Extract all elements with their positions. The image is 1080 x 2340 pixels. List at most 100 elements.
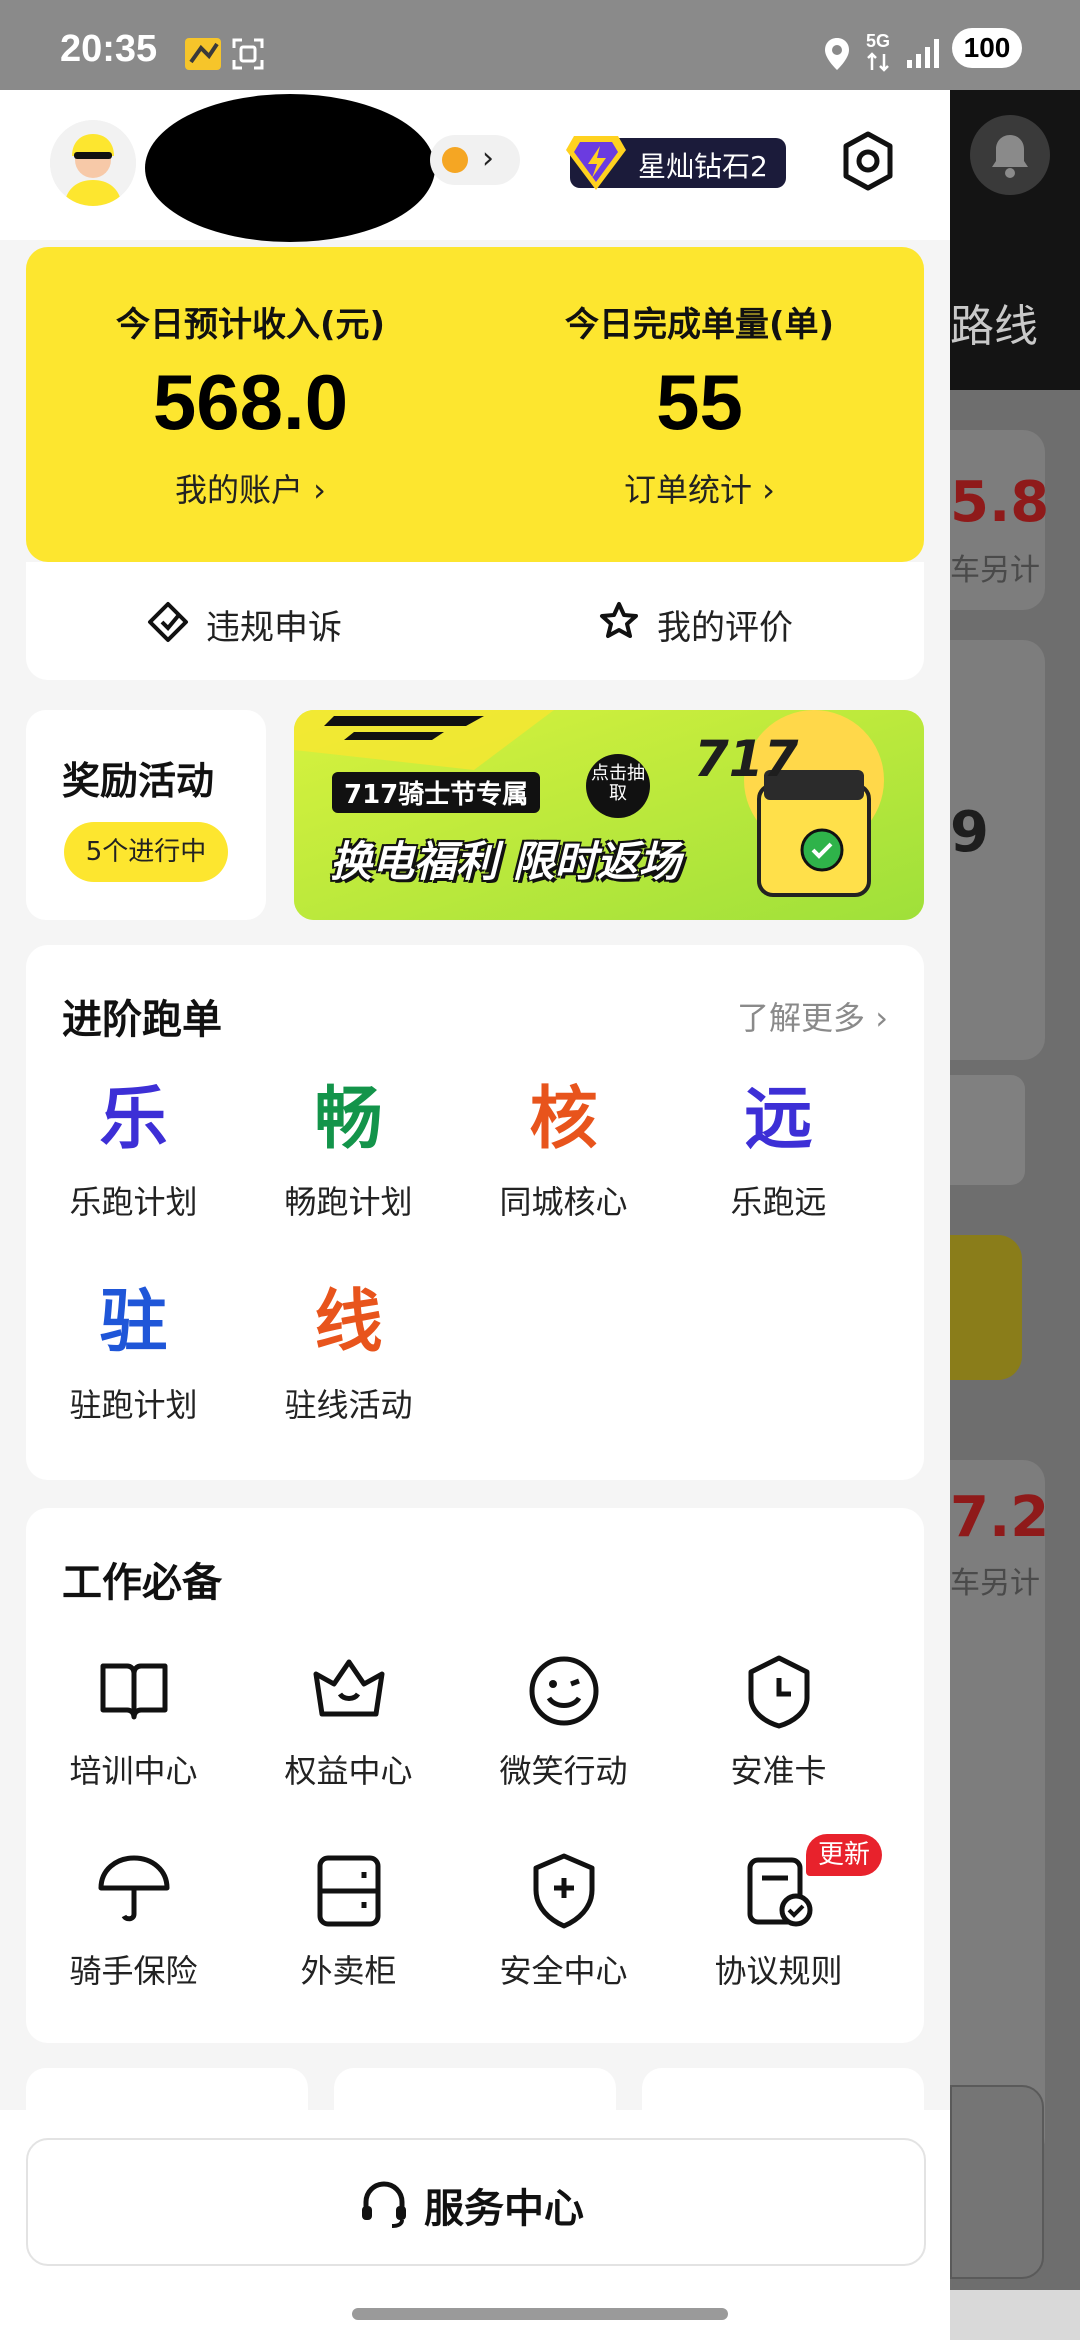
advanced-running-section: 进阶跑单 了解更多 › 乐 乐跑计划 畅 畅跑计划 核 同城核心 远 乐跑远 驻… <box>26 945 924 1480</box>
advanced-glyph: 驻 <box>99 1283 168 1362</box>
orders-label: 今日完成单量(单) <box>564 305 835 345</box>
essential-item[interactable]: 安全中心 <box>456 1848 671 1992</box>
background-yellow-button <box>950 1235 1022 1380</box>
essential-item[interactable]: 协议规则 更新 <box>671 1834 886 1992</box>
background-value-2: 9 <box>950 800 989 865</box>
background-app: 路线 5.8 车另计 9 7.2 车另计 <box>950 0 1080 2340</box>
advanced-glyph: 乐 <box>99 1080 168 1159</box>
advanced-item[interactable]: 远 乐跑远 <box>671 1075 886 1223</box>
screenshot-icon <box>230 36 266 76</box>
banner-tag: 717骑士节专属 <box>332 772 541 813</box>
essential-label: 培训中心 <box>69 1752 198 1790</box>
home-indicator[interactable] <box>352 2308 728 2320</box>
headset-icon <box>358 2178 410 2234</box>
appeal-label: 违规申诉 <box>206 608 342 648</box>
income-value: 568.0 <box>152 358 349 446</box>
shield-plus-icon <box>533 1853 594 1929</box>
essentials-title: 工作必备 <box>62 1560 222 1606</box>
diamond-bolt-icon <box>564 130 628 198</box>
banner-cta[interactable]: 点击抽取 <box>586 754 650 818</box>
essential-item[interactable]: 安准卡 <box>671 1648 886 1792</box>
app-notification-icon <box>183 34 225 78</box>
earnings-card: 今日预计收入(元) 568.0 我的账户 › 今日完成单量(单) 55 订单统计… <box>26 247 924 562</box>
advanced-label: 驻跑计划 <box>69 1386 198 1424</box>
orders-block: 今日完成单量(单) 55 订单统计 › <box>475 247 924 562</box>
advanced-glyph: 线 <box>314 1283 383 1362</box>
appeal-button[interactable]: 违规申诉 <box>26 562 475 680</box>
essential-item[interactable]: 骑手保险 <box>26 1848 241 1992</box>
background-value-1: 5.8 <box>950 470 1050 535</box>
learn-more-link[interactable]: 了解更多 › <box>737 993 888 1039</box>
avatar[interactable] <box>50 120 136 206</box>
locker-icon <box>317 1855 380 1927</box>
advanced-label: 驻线活动 <box>284 1386 413 1424</box>
service-center-label: 服务中心 <box>424 2186 584 2232</box>
essential-label: 权益中心 <box>284 1752 413 1790</box>
smile-icon <box>529 1656 598 1726</box>
essential-item[interactable]: 外卖柜 <box>241 1848 456 1992</box>
update-badge: 更新 <box>806 1834 882 1876</box>
settings-icon[interactable] <box>835 128 901 194</box>
signal-icon <box>905 36 943 74</box>
quick-actions: 违规申诉 我的评价 <box>26 562 924 680</box>
rating-label: 我的评价 <box>657 608 793 648</box>
advanced-item[interactable]: 核 同城核心 <box>456 1075 671 1223</box>
drawer-panel: › 星灿钻石2 今日预计收入(元) 568.0 我的账户 › 今日完成单量(单)… <box>0 0 950 2340</box>
background-route-text: 路线 <box>950 301 1038 352</box>
essential-label: 协议规则 <box>714 1952 843 1990</box>
chevron-right-icon: › <box>482 141 494 176</box>
service-center-button[interactable]: 服务中心 <box>26 2138 926 2266</box>
advanced-item[interactable]: 畅 畅跑计划 <box>241 1075 456 1223</box>
essential-item[interactable]: 微笑行动 <box>456 1648 671 1792</box>
advanced-label: 同城核心 <box>499 1183 628 1221</box>
background-bottom-card <box>950 2085 1044 2279</box>
appeal-icon <box>146 600 190 648</box>
level-badge[interactable]: › <box>430 135 520 185</box>
reward-title: 奖励活动 <box>62 759 215 803</box>
banner-big-717: 717 <box>694 730 799 788</box>
vip-badge[interactable]: 星灿钻石2 <box>566 136 786 190</box>
orders-value: 55 <box>656 358 743 446</box>
advanced-label: 乐跑计划 <box>69 1183 198 1221</box>
essential-label: 微笑行动 <box>499 1752 628 1790</box>
essential-label: 安全中心 <box>499 1952 628 1990</box>
background-caption-2: 车另计 <box>950 1566 1040 1601</box>
status-bar: 20:35 5G 100 <box>0 0 1080 90</box>
umbrella-icon <box>98 1855 169 1922</box>
advanced-item[interactable]: 驻 驻跑计划 <box>26 1278 241 1426</box>
data-arrows-icon <box>866 52 890 76</box>
advanced-label: 畅跑计划 <box>284 1183 413 1221</box>
essential-item[interactable]: 培训中心 <box>26 1648 241 1792</box>
banner-headline: 换电福利 限时返场 <box>330 837 681 886</box>
reward-activities-card[interactable]: 奖励活动 5个进行中 <box>26 710 266 920</box>
reward-status-pill: 5个进行中 <box>64 822 228 882</box>
background-dropdown <box>950 1075 1025 1185</box>
network-type: 5G <box>866 31 891 51</box>
level-star-icon <box>442 147 468 173</box>
crown-icon <box>313 1659 384 1717</box>
my-account-link[interactable]: 我的账户 › <box>26 465 475 511</box>
bell-icon <box>970 115 1050 195</box>
income-label: 今日预计收入(元) <box>115 305 386 345</box>
work-essentials-section: 工作必备 培训中心 权益中心 微笑行动 安准卡 骑手保险 外卖柜 安全中心 协议… <box>26 1508 924 2043</box>
clock-shield-icon <box>748 1655 809 1729</box>
background-value-3: 7.2 <box>950 1485 1050 1550</box>
promo-banner[interactable]: 717 717骑士节专属 点击抽取 换电福利 限时返场 <box>294 710 924 920</box>
status-time: 20:35 <box>60 28 158 70</box>
advanced-label: 乐跑远 <box>730 1183 827 1221</box>
battery-indicator: 100 <box>952 28 1022 68</box>
advanced-glyph: 畅 <box>314 1080 383 1159</box>
essential-label: 骑手保险 <box>69 1952 198 1990</box>
order-stats-link[interactable]: 订单统计 › <box>475 465 924 511</box>
background-caption-1: 车另计 <box>950 553 1040 588</box>
advanced-item[interactable]: 线 驻线活动 <box>241 1278 456 1426</box>
essential-label: 外卖柜 <box>300 1952 397 1990</box>
essential-item[interactable]: 权益中心 <box>241 1648 456 1792</box>
vip-label: 星灿钻石2 <box>638 150 768 183</box>
advanced-glyph: 远 <box>744 1080 813 1159</box>
profile-header: › 星灿钻石2 <box>0 90 950 242</box>
bottom-bar: 服务中心 <box>0 2110 950 2340</box>
advanced-item[interactable]: 乐 乐跑计划 <box>26 1075 241 1223</box>
rating-button[interactable]: 我的评价 <box>475 562 924 680</box>
book-icon <box>100 1663 167 1720</box>
